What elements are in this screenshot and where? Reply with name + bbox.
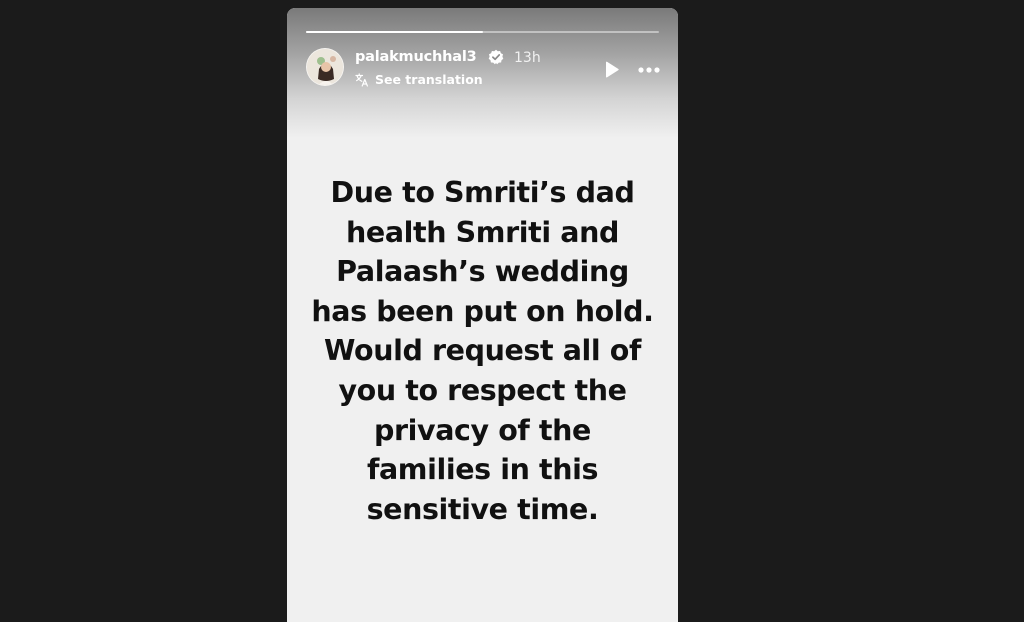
- play-icon[interactable]: [599, 58, 623, 82]
- see-translation-label: See translation: [375, 72, 483, 87]
- story-username[interactable]: palakmuchhal3: [355, 49, 477, 65]
- translate-icon: [355, 73, 368, 87]
- verified-badge-icon: [488, 49, 504, 65]
- avatar-image: [307, 49, 343, 85]
- story-progress-fill: [306, 31, 483, 33]
- story-text: Due to Smriti’s dad health Smriti and Pa…: [311, 176, 654, 526]
- avatar[interactable]: [306, 48, 344, 86]
- story-viewer: palakmuchhal3 13h See translation Due to…: [0, 0, 1024, 622]
- story-progress-bar: [306, 31, 659, 33]
- story-card[interactable]: palakmuchhal3 13h See translation Due to…: [287, 8, 678, 622]
- story-timestamp: 13h: [514, 50, 541, 66]
- more-options-icon[interactable]: [636, 58, 662, 82]
- story-header: palakmuchhal3 13h See translation: [306, 48, 662, 88]
